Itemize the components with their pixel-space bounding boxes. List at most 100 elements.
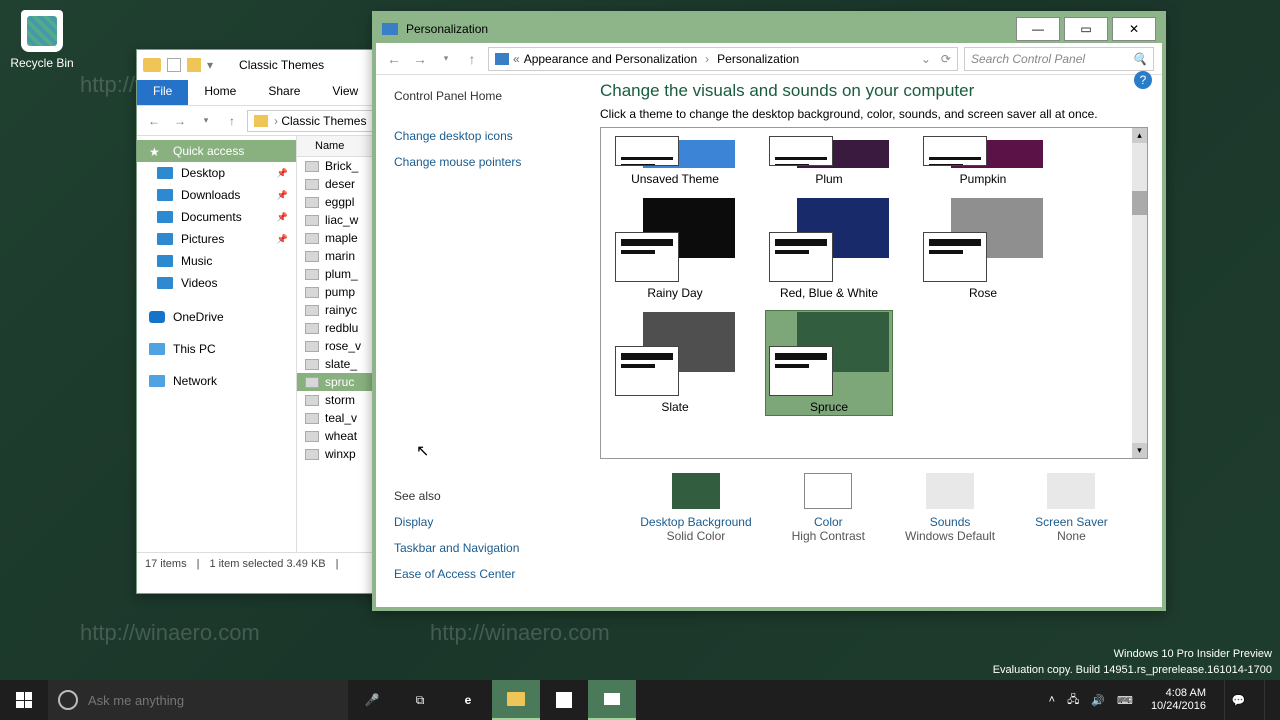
file-name: wheat (325, 429, 357, 443)
scroll-down-button[interactable]: ▾ (1132, 443, 1147, 458)
theme-setting[interactable]: Desktop BackgroundSolid Color (640, 473, 751, 543)
sidebar-item-label: This PC (173, 342, 216, 356)
theme-name: Unsaved Theme (613, 172, 737, 186)
link-taskbar-navigation[interactable]: Taskbar and Navigation (394, 541, 568, 555)
panel-icon (495, 53, 509, 65)
cp-titlebar[interactable]: Personalization — ▭ ✕ (376, 15, 1162, 43)
sidebar-network[interactable]: Network (137, 370, 296, 392)
theme-file-icon (305, 233, 319, 244)
qat-icon[interactable] (187, 58, 201, 72)
sidebar-quick-access[interactable]: ★Quick access (137, 140, 296, 162)
theme-name: Plum (767, 172, 891, 186)
taskbar-app-control-panel[interactable] (588, 680, 636, 720)
theme-item[interactable]: Unsaved Theme (611, 130, 739, 188)
taskbar-app-store[interactable] (540, 680, 588, 720)
ribbon-tab-file[interactable]: File (137, 80, 188, 105)
breadcrumb[interactable]: « Appearance and Personalization › Perso… (488, 47, 958, 71)
clock[interactable]: 4:08 AM 10/24/2016 (1145, 687, 1212, 713)
theme-item[interactable]: Rose (919, 196, 1047, 302)
ribbon-tab-view[interactable]: View (316, 80, 374, 105)
control-panel-home[interactable]: Control Panel Home (394, 89, 568, 103)
tray-chevron-icon[interactable]: ˄ (1049, 694, 1055, 706)
taskbar-app-explorer[interactable] (492, 680, 540, 720)
maximize-button[interactable]: ▭ (1064, 17, 1108, 41)
cp-title: Personalization (406, 22, 488, 36)
theme-item[interactable]: Plum (765, 130, 893, 188)
theme-name: Slate (613, 400, 737, 414)
tray-network-icon[interactable]: 🖧 (1067, 691, 1079, 710)
link-change-desktop-icons[interactable]: Change desktop icons (394, 129, 568, 143)
documents-icon (157, 211, 173, 223)
theme-file-icon (305, 413, 319, 424)
sidebar-music[interactable]: Music (137, 250, 296, 272)
search-placeholder: Search Control Panel (971, 52, 1085, 66)
search-box[interactable]: Search Control Panel 🔍 (964, 47, 1154, 71)
search-bar[interactable] (48, 680, 348, 720)
history-button[interactable]: ▾ (195, 110, 217, 132)
setting-title: Screen Saver (1035, 515, 1108, 529)
control-panel-icon (382, 23, 398, 35)
theme-item[interactable]: Spruce (765, 310, 893, 416)
scroll-thumb[interactable] (1132, 191, 1147, 215)
theme-item[interactable]: Pumpkin (919, 130, 1047, 188)
theme-file-icon (305, 161, 319, 172)
back-button[interactable]: ← (143, 110, 165, 132)
taskbar: 🎤 ⧉ e ˄ 🖧 🔊 ⌨ 4:08 AM 10/24/2016 💬 (0, 680, 1280, 720)
star-icon: ★ (149, 145, 165, 157)
close-button[interactable]: ✕ (1112, 17, 1156, 41)
file-name: spruc (325, 375, 354, 389)
theme-setting[interactable]: ColorHigh Contrast (792, 473, 865, 543)
file-name: teal_v (325, 411, 357, 425)
show-desktop-button[interactable] (1264, 680, 1278, 720)
theme-setting[interactable]: Screen SaverNone (1035, 473, 1108, 543)
file-name: pump (325, 285, 355, 299)
theme-item[interactable]: Slate (611, 310, 739, 416)
ribbon-tab-home[interactable]: Home (188, 80, 252, 105)
scrollbar[interactable]: ▴ ▾ (1132, 128, 1147, 458)
status-item-count: 17 items (145, 558, 187, 570)
qat-icon[interactable] (167, 58, 181, 72)
file-name: storm (325, 393, 355, 407)
recycle-bin[interactable]: Recycle Bin (7, 10, 77, 70)
history-button[interactable]: ▾ (436, 53, 456, 64)
theme-item[interactable]: Rainy Day (611, 196, 739, 302)
mic-button[interactable]: 🎤 (348, 680, 396, 720)
forward-button[interactable]: → (169, 110, 191, 132)
scroll-up-button[interactable]: ▴ (1132, 128, 1147, 143)
theme-setting[interactable]: SoundsWindows Default (905, 473, 995, 543)
sidebar-onedrive[interactable]: OneDrive (137, 306, 296, 328)
back-button[interactable]: ← (384, 51, 404, 67)
setting-icon (672, 473, 720, 509)
breadcrumb-segment[interactable]: Appearance and Personalization (524, 52, 697, 66)
personalization-window: Personalization — ▭ ✕ ← → ▾ ↑ « Appearan… (372, 11, 1166, 611)
sidebar-desktop[interactable]: Desktop📌 (137, 162, 296, 184)
pin-icon: 📌 (277, 190, 288, 201)
start-button[interactable] (0, 680, 48, 720)
theme-item[interactable]: Red, Blue & White (765, 196, 893, 302)
sidebar-videos[interactable]: Videos (137, 272, 296, 294)
sidebar-item-label: Music (181, 254, 212, 268)
taskbar-app-edge[interactable]: e (444, 680, 492, 720)
notifications-button[interactable]: 💬 (1224, 680, 1252, 720)
theme-name: Rainy Day (613, 286, 737, 300)
task-view-button[interactable]: ⧉ (396, 680, 444, 720)
tray-volume-icon[interactable]: 🔊 (1091, 694, 1105, 707)
link-change-mouse-pointers[interactable]: Change mouse pointers (394, 155, 568, 169)
up-button[interactable]: ↑ (221, 110, 243, 132)
tray-ime-icon[interactable]: ⌨ (1117, 694, 1133, 707)
forward-button[interactable]: → (410, 51, 430, 67)
ribbon-tab-share[interactable]: Share (252, 80, 316, 105)
sidebar-pictures[interactable]: Pictures📌 (137, 228, 296, 250)
search-input[interactable] (88, 693, 338, 708)
link-ease-of-access[interactable]: Ease of Access Center (394, 567, 568, 581)
sidebar-this-pc[interactable]: This PC (137, 338, 296, 360)
file-name: Brick_ (325, 159, 358, 173)
minimize-button[interactable]: — (1016, 17, 1060, 41)
setting-value: Solid Color (640, 529, 751, 543)
breadcrumb-segment[interactable]: Personalization (717, 52, 799, 66)
help-icon[interactable]: ? (1134, 71, 1152, 89)
sidebar-documents[interactable]: Documents📌 (137, 206, 296, 228)
sidebar-downloads[interactable]: Downloads📌 (137, 184, 296, 206)
link-display[interactable]: Display (394, 515, 568, 529)
up-button[interactable]: ↑ (462, 51, 482, 67)
